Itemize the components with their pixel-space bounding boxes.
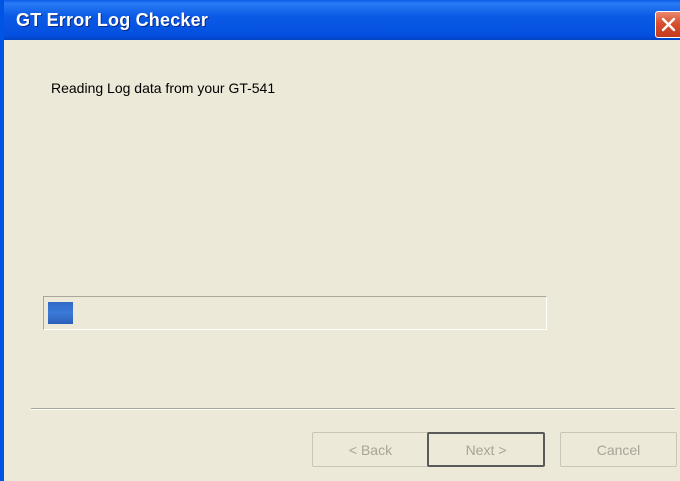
progress-bar <box>43 296 547 330</box>
back-button-label: < Back <box>348 441 393 458</box>
close-button[interactable] <box>655 11 680 38</box>
divider <box>31 408 675 410</box>
back-button[interactable]: < Back <box>312 432 429 467</box>
window-title: GT Error Log Checker <box>16 10 209 30</box>
dialog-body <box>8 40 680 481</box>
cancel-button-label: Cancel <box>596 441 641 458</box>
title-bar[interactable]: GT Error Log Checker <box>4 0 680 40</box>
progress-bar-fill <box>48 302 73 324</box>
next-button[interactable]: Next > <box>427 432 545 467</box>
close-icon <box>661 17 676 32</box>
cancel-button[interactable]: Cancel <box>560 432 677 467</box>
status-message: Reading Log data from your GT-541 <box>51 80 276 96</box>
next-button-label: Next > <box>465 441 507 458</box>
dialog-window: GT Error Log Checker Reading Log data fr… <box>0 0 680 481</box>
